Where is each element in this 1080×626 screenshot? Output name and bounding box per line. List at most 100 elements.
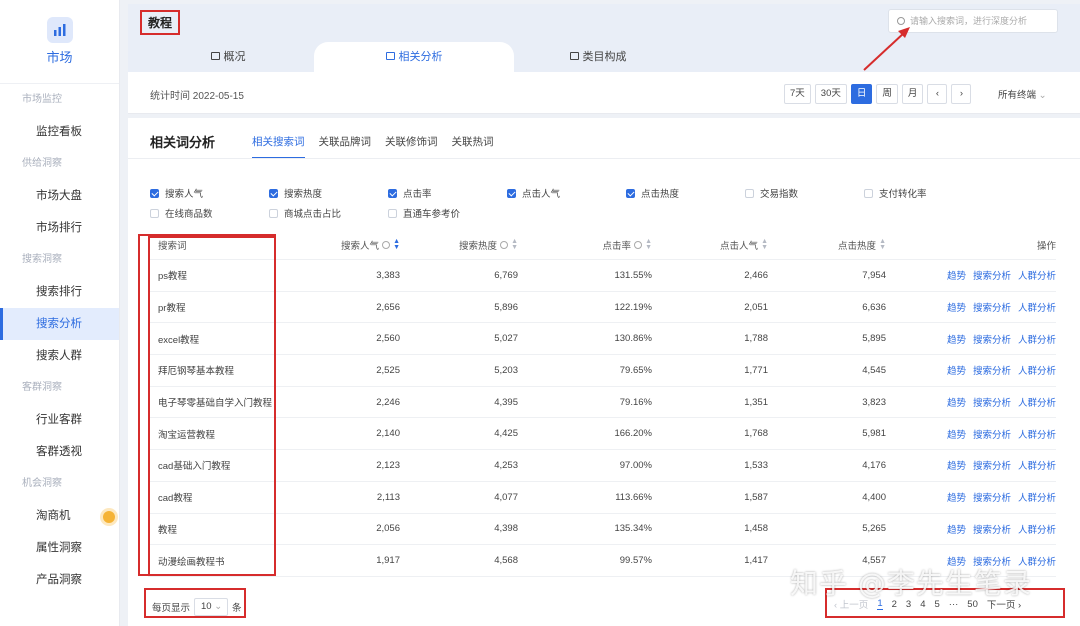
subtab-hotword[interactable]: 关联热词	[452, 134, 494, 159]
range-7d-button[interactable]: 7天	[784, 84, 811, 104]
sidebar-item[interactable]: 搜索人群	[0, 340, 119, 372]
table-row: pr教程 2,656 5,896 122.19% 2,051 6,636 趋势 搜索分析 人群分…	[148, 292, 1056, 324]
sidebar-item[interactable]: 淘商机	[0, 500, 119, 532]
search-input[interactable]: 请输入搜索词，进行深度分析	[888, 9, 1058, 33]
table-row: cad教程 2,113 4,077 113.66% 1,587 4,400 趋势 搜索分析 人群…	[148, 482, 1056, 514]
col-click-popularity[interactable]: 点击人气 ▲ ▼	[720, 230, 768, 259]
date-toolbar: 统计时间 2022-05-15 7天 30天 日 周 月 ‹ › 所有终端 ⌄	[128, 72, 1080, 114]
metric-checkbox[interactable]: 商城点击占比	[269, 206, 341, 220]
crowd-analysis-link[interactable]: 人群分析	[1018, 332, 1056, 346]
trend-link[interactable]: 趋势	[947, 332, 966, 346]
trend-link[interactable]: 趋势	[947, 427, 966, 441]
search-analysis-link[interactable]: 搜索分析	[973, 300, 1011, 314]
sidebar-item[interactable]: 搜索分析	[0, 308, 119, 340]
range-day-button[interactable]: 日	[850, 84, 873, 104]
click-rate-cell: 99.57%	[619, 555, 652, 567]
sort-icon: ▲ ▼	[511, 237, 518, 251]
sidebar-item[interactable]: 属性洞察	[0, 532, 119, 564]
search-analysis-link[interactable]: 搜索分析	[973, 427, 1011, 441]
metric-checkbox[interactable]: 在线商品数	[150, 206, 213, 220]
sidebar-item[interactable]: 搜索排行	[0, 276, 119, 308]
trend-link[interactable]: 趋势	[947, 395, 966, 409]
market-chart-icon	[46, 17, 73, 43]
notification-dot-icon	[103, 511, 115, 523]
click-heat-cell: 7,954	[862, 269, 886, 281]
sidebar-item[interactable]: 客群透视	[0, 436, 119, 468]
col-search-heat[interactable]: 搜索热度 ▲ ▼	[459, 230, 518, 259]
search-popularity-cell: 1,917	[376, 555, 400, 567]
search-analysis-link[interactable]: 搜索分析	[973, 363, 1011, 377]
keyword-cell: ps教程	[158, 271, 188, 283]
terminal-select[interactable]: 所有终端 ⌄	[998, 87, 1047, 101]
page-header: 教程 请输入搜索词，进行深度分析 概况 相关分析 类目构成	[128, 4, 1080, 72]
tab-related-analysis[interactable]: 相关分析	[314, 42, 514, 72]
metric-checkbox[interactable]: 点击热度	[626, 186, 679, 200]
table-row: 教程 2,056 4,398 135.34% 1,458 5,265 趋势 搜索分析 人群分析	[148, 514, 1056, 546]
crowd-analysis-link[interactable]: 人群分析	[1018, 458, 1056, 472]
subtab-related-search[interactable]: 相关搜索词	[252, 134, 305, 159]
unchecked-box-icon	[745, 189, 754, 198]
trend-link[interactable]: 趋势	[947, 363, 966, 377]
range-week-button[interactable]: 周	[876, 84, 898, 104]
metric-checkbox[interactable]: 搜索人气	[150, 186, 203, 200]
crowd-analysis-link[interactable]: 人群分析	[1018, 268, 1056, 282]
search-analysis-link[interactable]: 搜索分析	[973, 522, 1011, 536]
search-placeholder: 请输入搜索词，进行深度分析	[910, 16, 1028, 26]
search-popularity-cell: 2,123	[376, 459, 400, 471]
range-month-button[interactable]: 月	[901, 84, 924, 104]
metric-checkbox[interactable]: 搜索热度	[269, 186, 322, 200]
search-analysis-link[interactable]: 搜索分析	[973, 490, 1011, 504]
search-heat-cell: 4,568	[494, 555, 518, 567]
market-logo[interactable]: 市场	[0, 0, 119, 84]
metric-checkbox[interactable]: 支付转化率	[864, 186, 927, 200]
search-heat-cell: 5,896	[494, 301, 518, 313]
crowd-analysis-link[interactable]: 人群分析	[1018, 395, 1056, 409]
keyword-cell: 动漫绘画教程书	[158, 556, 225, 568]
trend-link[interactable]: 趋势	[947, 522, 966, 536]
search-analysis-link[interactable]: 搜索分析	[973, 395, 1011, 409]
col-search-popularity[interactable]: 搜索人气 ▲ ▼	[341, 230, 400, 259]
metric-checkbox[interactable]: 直通车参考价	[388, 206, 460, 220]
tab-category[interactable]: 类目构成	[498, 42, 698, 72]
search-analysis-link[interactable]: 搜索分析	[973, 332, 1011, 346]
keyword-cell: cad教程	[158, 493, 193, 505]
subtab-modifier[interactable]: 关联修饰词	[385, 134, 438, 159]
sidebar-item[interactable]: 监控看板	[0, 116, 119, 148]
crowd-analysis-link[interactable]: 人群分析	[1018, 490, 1056, 504]
metric-checkbox[interactable]: 点击人气	[507, 186, 560, 200]
sidebar-item[interactable]: 产品洞察	[0, 564, 119, 596]
search-popularity-cell: 2,140	[376, 428, 400, 440]
trend-link[interactable]: 趋势	[947, 458, 966, 472]
trend-link[interactable]: 趋势	[947, 490, 966, 504]
metric-checkbox[interactable]: 点击率	[388, 186, 432, 200]
panel-title: 相关词分析	[150, 135, 216, 150]
prev-date-button[interactable]: ‹	[927, 84, 948, 104]
crowd-analysis-link[interactable]: 人群分析	[1018, 427, 1056, 441]
click-popularity-cell: 1,788	[744, 333, 768, 345]
crowd-analysis-link[interactable]: 人群分析	[1018, 300, 1056, 314]
trend-link[interactable]: 趋势	[947, 300, 966, 314]
search-analysis-link[interactable]: 搜索分析	[973, 268, 1011, 282]
click-heat-cell: 5,981	[862, 428, 886, 440]
sidebar-item[interactable]: 市场排行	[0, 212, 119, 244]
metric-checkbox[interactable]: 交易指数	[745, 186, 798, 200]
checked-box-icon	[388, 189, 397, 198]
subtab-brand[interactable]: 关联品牌词	[319, 134, 372, 159]
tab-icon	[210, 52, 220, 60]
page-size-select[interactable]: 10 ⌄	[194, 598, 229, 616]
sidebar-item[interactable]: 行业客群	[0, 404, 119, 436]
sidebar-item[interactable]: 市场大盘	[0, 180, 119, 212]
crowd-analysis-link[interactable]: 人群分析	[1018, 522, 1056, 536]
crowd-analysis-link[interactable]: 人群分析	[1018, 363, 1056, 377]
trend-link[interactable]: 趋势	[947, 268, 966, 282]
watermark: 知乎 @李先生笔录	[790, 567, 1032, 600]
search-analysis-link[interactable]: 搜索分析	[973, 458, 1011, 472]
col-click-rate[interactable]: 点击率 ▲ ▼	[603, 230, 652, 259]
click-rate-cell: 130.86%	[614, 333, 652, 345]
next-date-button[interactable]: ›	[951, 84, 972, 104]
click-popularity-cell: 2,466	[744, 269, 768, 281]
range-30d-button[interactable]: 30天	[814, 84, 847, 104]
col-click-heat[interactable]: 点击热度 ▲ ▼	[838, 230, 886, 259]
keyword-cell: excel教程	[158, 334, 200, 346]
tab-overview[interactable]: 概况	[128, 42, 328, 72]
